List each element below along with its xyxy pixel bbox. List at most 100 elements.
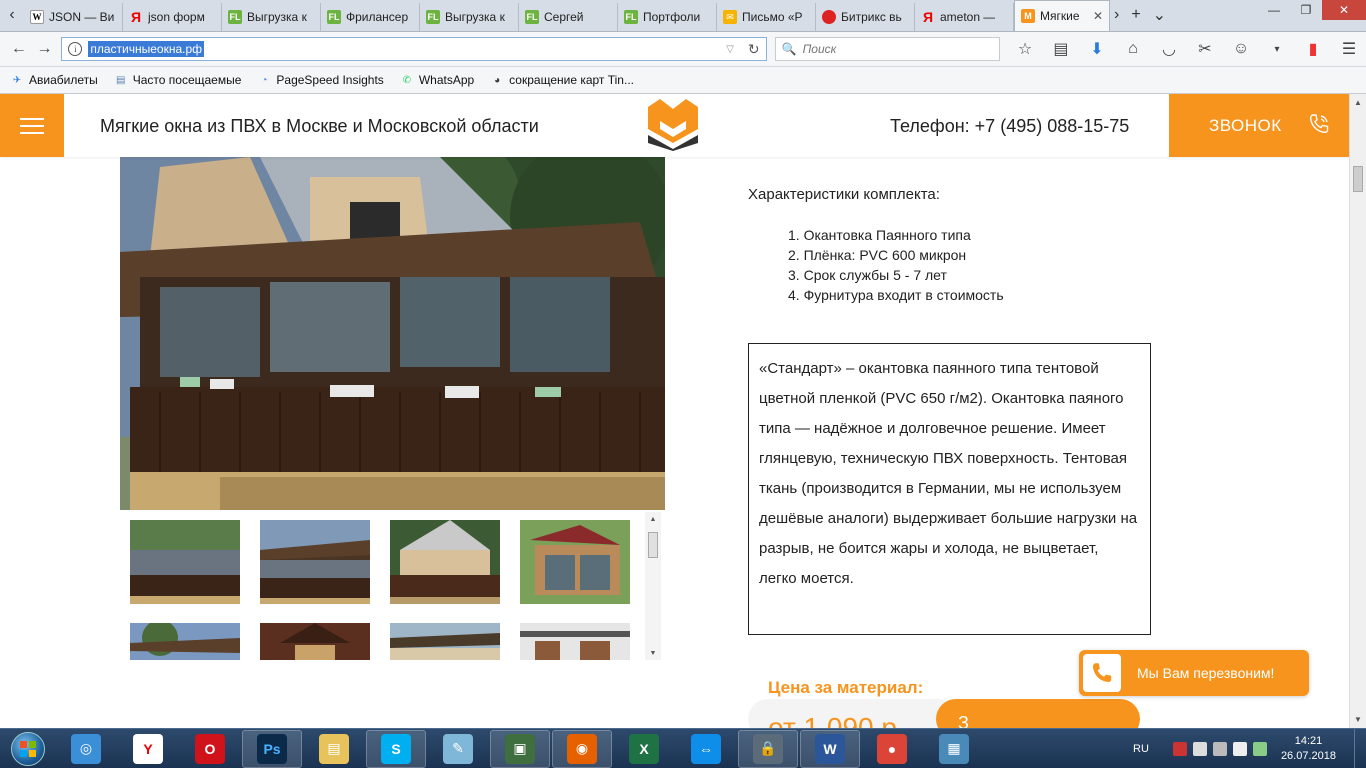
tab[interactable]: Яjson форм [123, 3, 222, 31]
tab-list-chevron-icon[interactable]: ⌄ [1153, 5, 1166, 25]
scroll-down-icon[interactable]: ▼ [645, 646, 661, 660]
thumbnail[interactable] [130, 623, 240, 660]
window-controls: — ❐ ✕ [1258, 0, 1366, 22]
taskbar-app[interactable]: ▦ [924, 730, 984, 768]
home-icon[interactable]: ⌂ [1122, 40, 1144, 58]
thumbnail[interactable] [390, 623, 500, 660]
bookmark-item[interactable]: ✈ Авиабилеты [10, 73, 98, 87]
header-phone[interactable]: Телефон: +7 (495) 088-15-75 [890, 116, 1129, 137]
thumbnail-scrollbar[interactable]: ▲ ▼ [645, 512, 661, 660]
mail-icon: ✉ [723, 10, 737, 24]
site-logo-icon[interactable] [648, 99, 698, 151]
scroll-up-icon[interactable]: ▲ [645, 512, 661, 526]
page-scrollbar[interactable]: ▲ ▼ [1349, 94, 1366, 728]
tab[interactable]: Яameton — [915, 3, 1014, 31]
tab-scroll-right-icon[interactable]: › [1114, 6, 1119, 24]
window-close-icon[interactable]: ✕ [1322, 0, 1366, 20]
hamburger-menu-icon[interactable] [0, 94, 64, 157]
thumbnail[interactable] [520, 520, 630, 604]
call-button[interactable]: ЗВОНОК [1169, 94, 1349, 157]
taskbar-app[interactable]: ⇔ [676, 730, 736, 768]
taskbar-app[interactable]: S [366, 729, 426, 768]
tab-label: Фрилансер [346, 10, 409, 24]
scroll-up-icon[interactable]: ▲ [1350, 94, 1366, 111]
tab[interactable]: ✉ Письмо «Р [717, 3, 816, 31]
minimize-icon[interactable]: — [1258, 0, 1290, 20]
tab[interactable]: W JSON — Ви [24, 3, 123, 31]
extension-monkey-icon[interactable]: ☺ [1230, 40, 1252, 58]
tray-network-warning-icon[interactable] [1172, 741, 1187, 756]
tab-scroll-left-icon[interactable]: ‹ [0, 0, 24, 31]
order-button[interactable]: З [936, 699, 1140, 728]
thumbnail[interactable] [390, 520, 500, 604]
taskbar-app[interactable]: 🔒 [738, 729, 798, 768]
taskbar-app[interactable]: Y [118, 730, 178, 768]
tab-label: JSON — Ви [49, 10, 115, 24]
site-info-icon[interactable]: i [68, 42, 83, 56]
taskbar-app[interactable]: Ps [242, 729, 302, 768]
reading-list-icon[interactable]: ▤ [1050, 39, 1072, 59]
thumbnail[interactable] [520, 623, 630, 660]
bookmark-item[interactable]: ◕ сокращение карт Tin... [490, 73, 634, 87]
tab[interactable]: Битрикс вь [816, 3, 915, 31]
bookmark-item[interactable]: ✆ WhatsApp [400, 73, 475, 87]
extensions-dropdown-icon[interactable]: ▾ [1266, 44, 1288, 55]
bookmark-label: Часто посещаемые [132, 73, 242, 87]
back-arrow-icon[interactable]: ← [6, 36, 32, 62]
bookmark-star-icon[interactable]: ☆ [1014, 39, 1036, 59]
site-logo-favicon-icon: M [1021, 9, 1035, 23]
taskbar-app[interactable]: X [614, 730, 674, 768]
search-input[interactable] [802, 42, 983, 56]
taskbar-app[interactable]: ◎ [56, 730, 116, 768]
callback-widget[interactable]: Мы Вам перезвоним! [1079, 650, 1309, 696]
menu-icon[interactable]: ☰ [1338, 39, 1360, 59]
scroll-thumb[interactable] [648, 532, 658, 558]
show-desktop-button[interactable] [1354, 728, 1366, 768]
reload-icon[interactable]: ↻ [748, 41, 760, 58]
tab[interactable]: FL Портфоли [618, 3, 717, 31]
taskbar-explorer-icon: ▤ [319, 733, 349, 764]
callback-label: Мы Вам перезвоним! [1137, 665, 1275, 681]
main-product-photo[interactable] [120, 157, 665, 510]
tab-close-icon[interactable]: ✕ [1093, 9, 1103, 23]
url-dropdown-icon[interactable]: ▽ [726, 44, 734, 55]
tray-power-icon[interactable] [1252, 741, 1267, 756]
pocket-icon[interactable]: ◡ [1158, 39, 1180, 59]
tab[interactable]: FL Выгрузка к [420, 3, 519, 31]
taskbar-app[interactable]: ✎ [428, 730, 488, 768]
taskbar-app[interactable]: ◉ [552, 729, 612, 768]
bookmark-item[interactable]: ◔ PageSpeed Insights [257, 73, 383, 87]
tab[interactable]: FL Сергей [519, 3, 618, 31]
thumbnail[interactable] [130, 520, 240, 604]
search-bar[interactable]: 🔍 [774, 37, 1000, 61]
new-tab-icon[interactable]: + [1131, 6, 1140, 24]
url-text[interactable]: пластичныеокна.рф [88, 41, 204, 57]
tray-network-icon[interactable] [1212, 741, 1227, 756]
tray-flag-icon[interactable] [1192, 741, 1207, 756]
screenshot-icon[interactable]: ✂ [1194, 39, 1216, 59]
scroll-down-icon[interactable]: ▼ [1350, 711, 1366, 728]
taskbar-app[interactable]: ▣ [490, 729, 550, 768]
thumbnail[interactable] [260, 623, 370, 660]
thumbnail[interactable] [260, 520, 370, 604]
restore-icon[interactable]: ❐ [1290, 0, 1322, 20]
address-bar[interactable]: i пластичныеокна.рф ▽ ↻ [61, 37, 767, 61]
language-indicator[interactable]: RU [1133, 743, 1149, 755]
scroll-thumb[interactable] [1353, 166, 1363, 192]
tab-active[interactable]: M Мягкие ✕ [1014, 0, 1110, 31]
start-button[interactable] [0, 729, 56, 768]
downloads-icon[interactable]: ⬇ [1086, 39, 1108, 59]
taskbar-app[interactable]: ▤ [304, 730, 364, 768]
clock[interactable]: 14:21 26.07.2018 [1281, 734, 1336, 764]
tray-volume-icon[interactable] [1232, 741, 1247, 756]
bookmark-item[interactable]: ▤ Часто посещаемые [114, 73, 242, 87]
webpage: Мягкие окна из ПВХ в Москве и Московской… [0, 94, 1349, 728]
taskbar-app[interactable]: ● [862, 730, 922, 768]
bookmark-flag-icon[interactable]: ▮ [1302, 39, 1324, 59]
tab[interactable]: FL Фрилансер [321, 3, 420, 31]
browser-toolbar: ☆ ▤ ⬇ ⌂ ◡ ✂ ☺ ▾ ▮ ☰ [1014, 39, 1360, 59]
taskbar-app[interactable]: O [180, 730, 240, 768]
forward-arrow-icon[interactable]: → [32, 36, 58, 62]
taskbar-app[interactable]: W [800, 729, 860, 768]
tab[interactable]: FL Выгрузка к [222, 3, 321, 31]
